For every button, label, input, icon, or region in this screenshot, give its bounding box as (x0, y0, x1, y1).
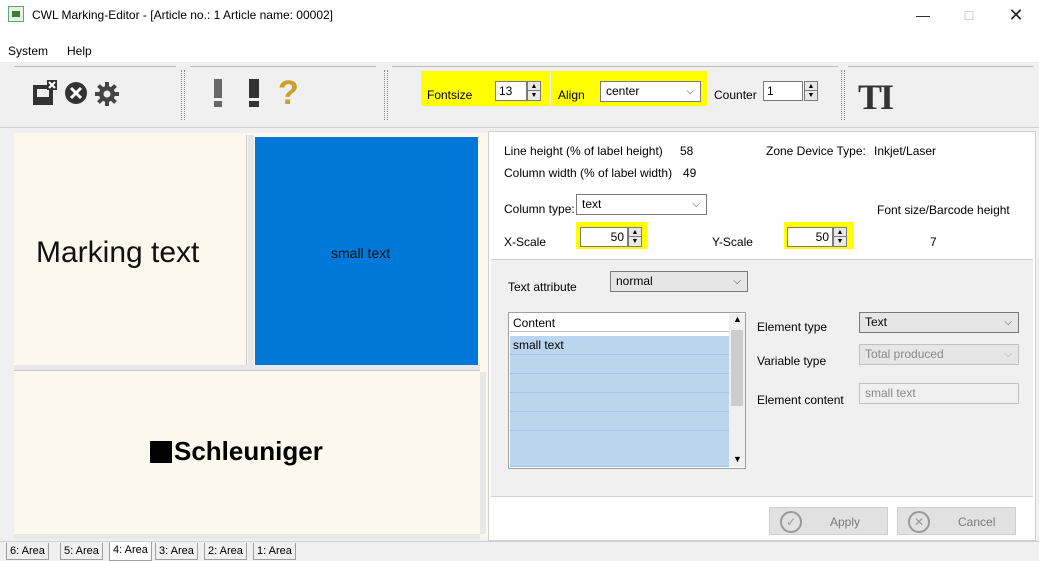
fontsize-stepper[interactable]: ▲ ▼ (527, 81, 541, 101)
font-size-label: Font size/Barcode height (877, 203, 1010, 217)
zone-device-label: Zone Device Type: (766, 144, 866, 158)
app-logo-icon (8, 6, 24, 22)
apply-label: Apply (830, 515, 861, 529)
list-item[interactable] (510, 393, 729, 412)
column-type-label: Column type: (504, 202, 575, 216)
tab-area-3[interactable]: 3: Area (155, 543, 198, 560)
xscale-input[interactable]: 50 (580, 227, 628, 247)
element-type-label: Element type (757, 320, 828, 334)
element-type-value: Text (865, 315, 888, 329)
cancel-circle-icon: ✕ (908, 511, 930, 533)
xscale-stepper[interactable]: ▲ ▼ (628, 227, 642, 247)
fontsize-input[interactable]: 13 (495, 81, 527, 101)
chevron-down-icon: ⌵ (686, 86, 694, 97)
column-type-select[interactable]: text ⌵ (576, 194, 707, 215)
counter-label: Counter (714, 88, 757, 102)
counter-stepper[interactable]: ▲ ▼ (804, 81, 818, 101)
minimize-button[interactable]: — (900, 0, 946, 30)
check-circle-icon: ✓ (780, 511, 802, 533)
list-item[interactable] (510, 355, 729, 374)
scroll-up-icon[interactable]: ▲ (733, 314, 742, 324)
tab-area-5[interactable]: 5: Area (60, 543, 103, 560)
xscale-label: X-Scale (504, 235, 547, 249)
settings-gear-icon[interactable] (94, 81, 120, 107)
align-select[interactable]: center ⌵ (600, 81, 701, 102)
menu-bar: System Help (0, 30, 1039, 62)
vertical-splitter[interactable] (480, 372, 486, 534)
chevron-down-icon: ⌵ (733, 276, 741, 287)
list-item[interactable] (510, 374, 729, 393)
align-label: Align (558, 88, 585, 102)
small-text: small text (331, 245, 391, 261)
chevron-down-icon: ⌵ (1004, 317, 1012, 328)
column-width-label: Column width (% of label width) (504, 166, 673, 180)
vertical-splitter[interactable] (248, 135, 254, 367)
horizontal-splitter[interactable] (14, 534, 480, 539)
variable-type-value: Total produced (865, 347, 944, 361)
counter-input[interactable]: 1 (763, 81, 803, 101)
marking-text: Marking text (36, 236, 200, 269)
scroll-down-icon[interactable]: ▼ (733, 454, 742, 464)
scroll-thumb[interactable] (731, 330, 743, 406)
tab-area-4[interactable]: 4: Area (109, 542, 152, 561)
toolbar-grip[interactable] (841, 70, 845, 120)
close-button[interactable]: ✕ (993, 0, 1039, 30)
variable-type-label: Variable type (757, 354, 827, 368)
element-type-select[interactable]: Text ⌵ (859, 312, 1019, 333)
tab-area-6[interactable]: 6: Area (6, 543, 49, 560)
app-window: CWL Marking-Editor - [Article no.: 1 Art… (0, 0, 1039, 561)
save-close-icon[interactable] (32, 80, 58, 106)
font-size-value: 7 (930, 235, 937, 249)
cancel-label: Cancel (958, 515, 996, 529)
element-content-label: Element content (757, 393, 844, 407)
toolbar-grip[interactable] (384, 70, 388, 120)
yscale-stepper[interactable]: ▲ ▼ (833, 227, 847, 247)
cancel-circle-icon[interactable] (64, 81, 88, 105)
yscale-input[interactable]: 50 (787, 227, 833, 247)
line-height-value: 58 (680, 144, 694, 158)
chevron-down-icon: ⌵ (692, 199, 700, 210)
list-item[interactable] (510, 412, 729, 431)
line-height-label: Line height (% of label height) (504, 144, 663, 158)
align-value: center (606, 84, 640, 98)
tab-area-2[interactable]: 2: Area (204, 543, 247, 560)
text-attribute-select[interactable]: normal ⌵ (610, 271, 748, 292)
yscale-label: Y-Scale (712, 235, 753, 249)
list-item[interactable]: small text (510, 336, 729, 355)
window-title: CWL Marking-Editor - [Article no.: 1 Art… (32, 8, 334, 22)
brand-logo-text: Schleuniger (174, 436, 323, 466)
variable-type-select: Total produced ⌵ (859, 344, 1019, 365)
text-attribute-value: normal (616, 274, 653, 288)
column-width-value: 49 (683, 166, 697, 180)
fontsize-label: Fontsize (427, 88, 473, 102)
cancel-button[interactable]: ✕ Cancel (897, 507, 1016, 535)
chevron-down-icon: ⌵ (1004, 349, 1012, 360)
menu-system[interactable]: System (8, 44, 48, 58)
apply-button[interactable]: ✓ Apply (769, 507, 888, 535)
maximize-button[interactable]: □ (946, 0, 992, 30)
list-item[interactable] (510, 431, 729, 467)
tab-area-1[interactable]: 1: Area (253, 543, 296, 560)
zone-device-value: Inkjet/Laser (874, 144, 937, 158)
title-bar: CWL Marking-Editor - [Article no.: 1 Art… (0, 0, 1039, 30)
menu-help[interactable]: Help (67, 44, 92, 58)
toolbar-grip[interactable] (181, 70, 185, 120)
text-attribute-label: Text attribute (508, 280, 577, 294)
question-icon[interactable]: ? (278, 76, 306, 110)
element-content-input[interactable]: small text (859, 383, 1019, 404)
text-tool-icon[interactable]: TI (858, 76, 894, 118)
content-header: Content (510, 314, 729, 332)
exclamation-bold-icon[interactable] (248, 79, 260, 107)
exclamation-icon[interactable] (212, 79, 224, 107)
brand-square-icon (150, 441, 172, 463)
column-type-value: text (582, 197, 602, 211)
